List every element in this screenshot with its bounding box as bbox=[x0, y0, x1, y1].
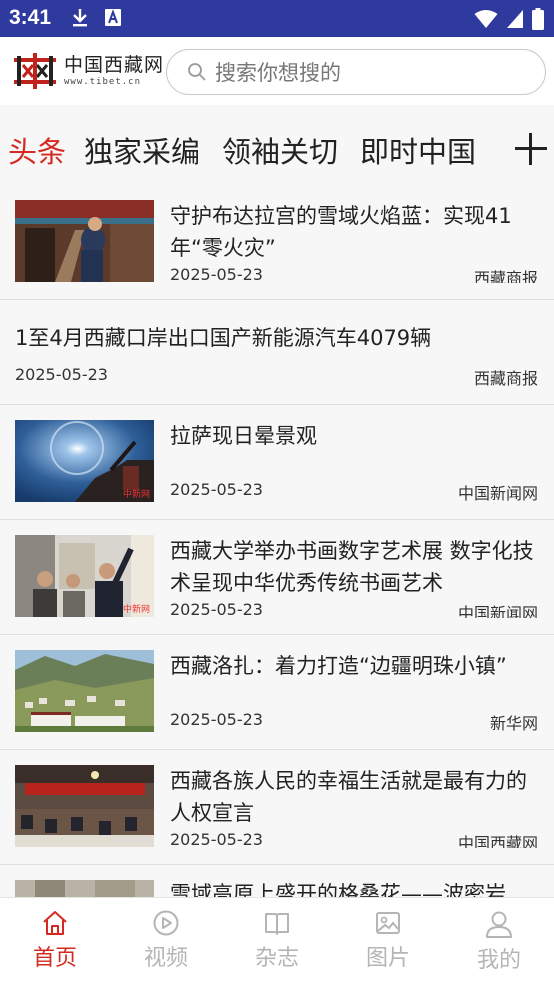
tab-leaders[interactable]: 领袖关切 bbox=[222, 129, 338, 171]
logo[interactable]: 中国西藏网 www.tibet.cn bbox=[13, 53, 164, 89]
search-icon bbox=[188, 63, 206, 81]
search-input[interactable]: 搜索你想搜的 bbox=[166, 49, 546, 95]
news-title: 雪域高原上盛开的格桑花——波密岩 bbox=[170, 882, 506, 897]
news-thumbnail: 中新网 bbox=[15, 535, 154, 617]
news-thumbnail: 中新网 bbox=[15, 420, 154, 502]
logo-name: 中国西藏网 bbox=[64, 54, 165, 76]
news-meta: 2025-05-23 中国新闻网 bbox=[170, 600, 538, 618]
wifi-icon bbox=[474, 10, 498, 28]
image-icon bbox=[376, 912, 400, 934]
news-date: 2025-05-23 bbox=[170, 710, 263, 729]
news-date: 2025-05-23 bbox=[170, 265, 263, 283]
news-item[interactable]: 西藏洛扎：着力打造“边疆明珠小镇” 2025-05-23 新华网 bbox=[0, 635, 554, 750]
news-item[interactable]: 守护布达拉宫的雪域火焰蓝：实现41年“零火灾” 2025-05-23 西藏商报 bbox=[0, 185, 554, 300]
news-meta: 2025-05-23 中国新闻网 bbox=[170, 480, 538, 504]
news-title: 西藏洛扎：着力打造“边疆明珠小镇” bbox=[170, 654, 507, 678]
news-item[interactable]: 中新网 拉萨现日晕景观 2025-05-23 中国新闻网 bbox=[0, 405, 554, 520]
channel-tabs: 头条 独家采编 领袖关切 即时中国 图 bbox=[0, 105, 554, 185]
image-watermark: Tibet.cn bbox=[117, 836, 150, 845]
home-icon bbox=[43, 911, 67, 935]
news-title: 拉萨现日晕景观 bbox=[170, 424, 317, 448]
nav-label: 首页 bbox=[32, 946, 77, 971]
bottom-nav: 首页 视频 杂志 图片 我的 bbox=[0, 897, 554, 984]
news-source: 西藏商报 bbox=[473, 369, 538, 388]
app-notification-icon bbox=[105, 9, 121, 26]
signal-icon bbox=[507, 10, 523, 28]
app-header: 中国西藏网 www.tibet.cn 搜索你想搜的 bbox=[0, 37, 554, 105]
nav-profile[interactable]: 我的 bbox=[444, 898, 554, 984]
user-icon bbox=[486, 911, 512, 938]
news-meta: 2025-05-23 西藏商报 bbox=[170, 265, 538, 283]
news-title: 西藏各族人民的幸福生活就是最有力的人权宣言 bbox=[170, 769, 527, 825]
image-watermark: 中新网 bbox=[122, 490, 150, 500]
news-thumbnail: Tibet.cn bbox=[15, 765, 154, 847]
news-date: 2025-05-23 bbox=[170, 600, 263, 618]
add-channel-icon[interactable] bbox=[515, 133, 547, 165]
news-thumbnail bbox=[15, 650, 154, 732]
book-icon bbox=[265, 913, 289, 935]
news-meta: 2025-05-23 西藏商报 bbox=[15, 365, 538, 389]
news-date: 2025-05-23 bbox=[170, 480, 263, 499]
news-source: 中国新闻网 bbox=[457, 484, 538, 503]
nav-label: 视频 bbox=[143, 946, 188, 971]
news-item[interactable]: 中新网 西藏大学举办书画数字艺术展 数字化技术呈现中华优秀传统书画艺术 2025… bbox=[0, 520, 554, 635]
news-title: 西藏大学举办书画数字艺术展 数字化技术呈现中华优秀传统书画艺术 bbox=[170, 539, 534, 595]
tab-headlines[interactable]: 头条 bbox=[8, 129, 66, 171]
status-time: 3:41 bbox=[9, 6, 52, 29]
battery-icon bbox=[532, 8, 544, 30]
news-thumbnail bbox=[15, 200, 154, 282]
news-feed: 守护布达拉宫的雪域火焰蓝：实现41年“零火灾” 2025-05-23 西藏商报 … bbox=[0, 185, 554, 897]
news-thumbnail bbox=[15, 880, 154, 897]
nav-pictures[interactable]: 图片 bbox=[333, 898, 443, 984]
nav-label: 我的 bbox=[476, 948, 521, 973]
play-circle-icon bbox=[153, 910, 179, 936]
news-date: 2025-05-23 bbox=[170, 830, 263, 848]
image-watermark: 中新网 bbox=[122, 605, 150, 615]
news-source: 中国新闻网 bbox=[457, 604, 538, 618]
logo-mark bbox=[14, 53, 56, 89]
news-item[interactable]: 雪域高原上盛开的格桑花——波密岩 bbox=[0, 865, 554, 897]
news-source: 西藏商报 bbox=[473, 269, 538, 283]
nav-label: 杂志 bbox=[254, 946, 299, 971]
tab-exclusive[interactable]: 独家采编 bbox=[84, 129, 200, 171]
news-source: 中国西藏网 bbox=[457, 834, 538, 848]
news-date: 2025-05-23 bbox=[15, 365, 108, 384]
nav-magazine[interactable]: 杂志 bbox=[222, 898, 332, 984]
search-placeholder: 搜索你想搜的 bbox=[215, 61, 341, 85]
news-title: 1至4月西藏口岸出口国产新能源汽车4079辆 bbox=[15, 326, 432, 350]
news-meta: 2025-05-23 中国西藏网 bbox=[170, 830, 538, 848]
nav-video[interactable]: 视频 bbox=[111, 898, 221, 984]
download-icon bbox=[73, 9, 87, 27]
status-bar: 3:41 bbox=[0, 0, 554, 37]
news-meta: 2025-05-23 新华网 bbox=[170, 710, 538, 734]
nav-home[interactable]: 首页 bbox=[0, 898, 110, 984]
tab-china-now[interactable]: 即时中国 bbox=[360, 129, 476, 171]
news-source: 新华网 bbox=[489, 714, 538, 733]
news-item[interactable]: Tibet.cn 西藏各族人民的幸福生活就是最有力的人权宣言 2025-05-2… bbox=[0, 750, 554, 865]
nav-label: 图片 bbox=[365, 946, 410, 971]
news-item[interactable]: 1至4月西藏口岸出口国产新能源汽车4079辆 2025-05-23 西藏商报 bbox=[0, 300, 554, 405]
logo-url: www.tibet.cn bbox=[64, 77, 142, 87]
news-title: 守护布达拉宫的雪域火焰蓝：实现41年“零火灾” bbox=[170, 204, 512, 260]
